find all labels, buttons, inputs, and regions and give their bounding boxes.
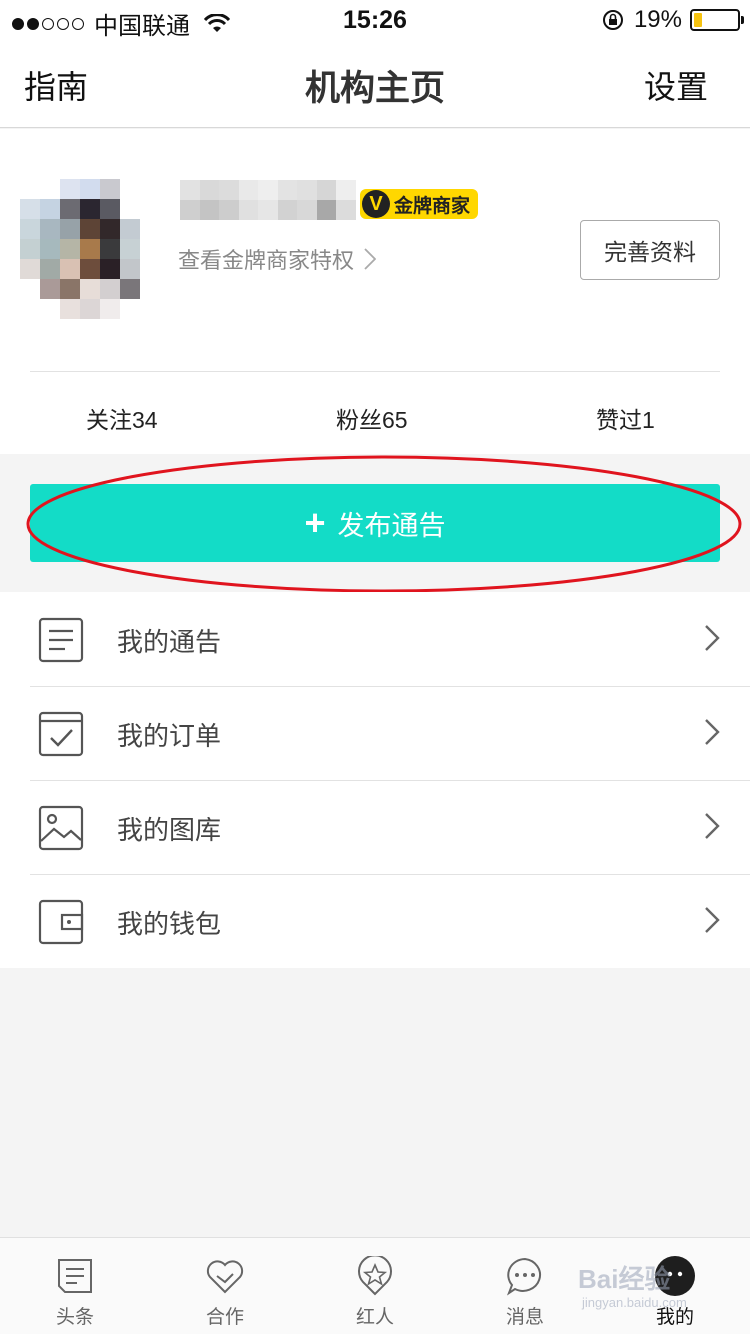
- battery-icon: [690, 9, 744, 31]
- chevron-right-icon: [705, 625, 720, 651]
- avatar[interactable]: [20, 179, 160, 319]
- menu-list: 我的通告 我的订单 我的图库 我的钱包: [0, 592, 750, 968]
- chevron-right-icon: [705, 907, 720, 933]
- order-check-icon: [38, 711, 84, 757]
- page-title: 机构主页: [304, 69, 445, 108]
- tab-label: 我的: [655, 1307, 694, 1328]
- likes-count[interactable]: 赞过1: [596, 401, 655, 435]
- fans-count[interactable]: 粉丝65: [336, 401, 408, 435]
- menu-label: 我的钱包: [117, 909, 222, 939]
- complete-profile-button[interactable]: 完善资料: [580, 220, 720, 280]
- status-right: 19%: [602, 6, 744, 34]
- tab-label: 红人: [355, 1307, 394, 1328]
- profile-card: V 金牌商家 查看金牌商家特权 完善资料 关注34 粉丝65 赞过1: [0, 129, 750, 454]
- chevron-right-icon: [705, 813, 720, 839]
- tab-messages[interactable]: 消息: [450, 1238, 600, 1334]
- privilege-label: 查看金牌商家特权: [178, 248, 355, 273]
- publish-section: + 发布通告: [0, 454, 750, 593]
- tab-bar: 头条 合作 红人 消息 我的: [0, 1237, 750, 1334]
- menu-item-my-wallet[interactable]: 我的钱包: [0, 874, 750, 968]
- tab-label: 头条: [55, 1307, 94, 1328]
- menu-item-my-orders[interactable]: 我的订单: [0, 686, 750, 780]
- tab-cooperation[interactable]: 合作: [150, 1238, 300, 1334]
- image-gallery-icon: [38, 805, 84, 851]
- status-bar: 中国联通 15:26 19%: [0, 0, 750, 40]
- tab-label: 合作: [205, 1307, 244, 1328]
- tab-mine[interactable]: 我的: [600, 1238, 750, 1334]
- wallet-icon: [38, 899, 84, 945]
- profile-face-icon: [655, 1256, 695, 1296]
- menu-label: 我的通告: [117, 627, 222, 657]
- chevron-right-icon: [364, 248, 377, 270]
- rotation-lock-icon: [602, 10, 623, 30]
- document-list-icon: [38, 617, 84, 663]
- menu-item-my-notices[interactable]: 我的通告: [0, 592, 750, 686]
- handshake-heart-icon: [206, 1260, 244, 1294]
- tab-news[interactable]: 头条: [0, 1238, 150, 1334]
- star-badge-icon: [358, 1256, 392, 1296]
- follow-count[interactable]: 关注34: [86, 401, 158, 435]
- news-icon: [58, 1259, 92, 1293]
- gold-merchant-badge[interactable]: V 金牌商家: [360, 189, 479, 219]
- settings-button[interactable]: 设置: [644, 62, 708, 108]
- menu-label: 我的订单: [117, 721, 222, 751]
- badge-label: 金牌商家: [394, 195, 471, 217]
- v-badge-icon: V: [362, 190, 390, 218]
- menu-item-my-gallery[interactable]: 我的图库: [0, 780, 750, 874]
- publish-notice-button[interactable]: + 发布通告: [30, 484, 720, 562]
- plus-icon: +: [304, 502, 326, 543]
- battery-percent: 19%: [633, 6, 682, 33]
- publish-label: 发布通告: [337, 510, 446, 541]
- tab-label: 消息: [505, 1307, 544, 1328]
- privilege-link[interactable]: 查看金牌商家特权: [178, 243, 377, 275]
- menu-label: 我的图库: [117, 815, 222, 845]
- divider: [30, 371, 720, 372]
- tab-influencers[interactable]: 红人: [300, 1238, 450, 1334]
- navigation-bar: 指南 机构主页 设置: [0, 40, 750, 128]
- chevron-right-icon: [705, 719, 720, 745]
- blurred-username: [180, 180, 356, 220]
- chat-bubble-icon: [506, 1257, 541, 1296]
